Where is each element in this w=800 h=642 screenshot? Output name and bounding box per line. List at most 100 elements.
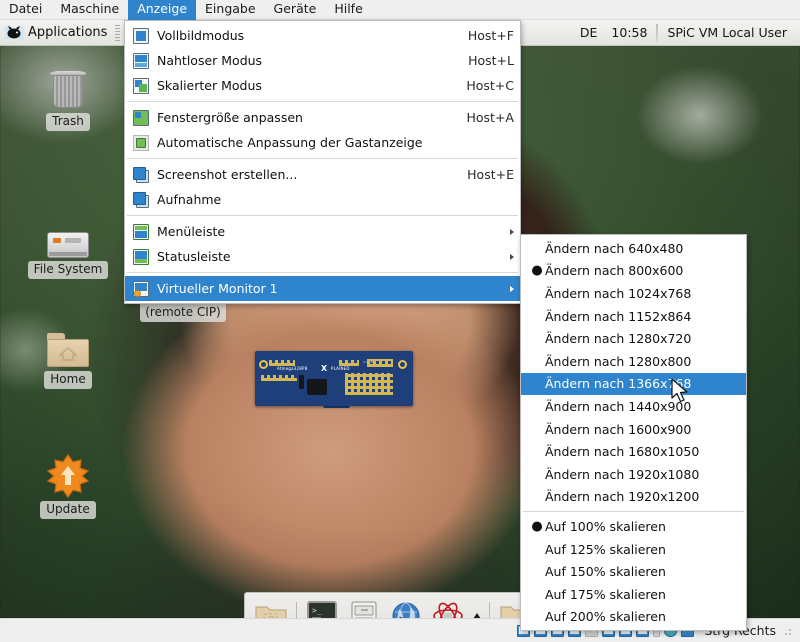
scale-item-175[interactable]: Auf 175% skalieren <box>521 583 746 606</box>
menu-item-label: Menüleiste <box>157 224 500 239</box>
menu-item-label: Virtueller Monitor 1 <box>157 281 500 296</box>
resolution-item-640x480[interactable]: Ändern nach 640x480 <box>521 237 746 260</box>
menu-item-nahtloser-modus[interactable]: Nahtloser Modus Host+L <box>125 48 520 73</box>
seamless-icon <box>133 53 149 69</box>
virtual-monitor-icon <box>133 281 149 297</box>
resolution-label: Ändern nach 1280x720 <box>545 331 691 346</box>
folder-icon: D <box>255 602 287 619</box>
resolution-label: Ändern nach 1920x1200 <box>545 489 699 504</box>
menu-item-menueleiste[interactable]: Menüleiste <box>125 219 520 244</box>
dock-web-browser-launcher[interactable] <box>386 596 426 619</box>
menu-separator <box>127 158 518 159</box>
statusbar-icon <box>133 249 149 265</box>
menubar-icon <box>133 224 149 240</box>
desktop-icon-update[interactable]: Update <box>20 450 116 519</box>
menu-separator <box>127 272 518 273</box>
screenshot-icon <box>133 167 149 183</box>
menu-item-virtueller-monitor-1[interactable]: Virtueller Monitor 1 <box>125 276 520 301</box>
desktop-icon-label: File System <box>28 261 109 279</box>
menu-geraete[interactable]: Geräte <box>265 0 326 20</box>
session-user-label[interactable]: SPiC VM Local User <box>660 25 794 40</box>
resolution-item-1600x900[interactable]: Ändern nach 1600x900 <box>521 418 746 441</box>
cabinet-icon <box>350 601 378 619</box>
scale-label: Auf 100% skalieren <box>545 519 666 534</box>
desktop-icon-label: Home <box>44 371 91 389</box>
dock-show-more-button[interactable] <box>470 596 484 619</box>
mouse-cursor <box>671 378 691 406</box>
virtual-monitor-submenu: Ändern nach 640x480 ● Ändern nach 800x60… <box>520 234 747 631</box>
menu-item-automatische-anpassung[interactable]: Automatische Anpassung der Gastanzeige <box>125 130 520 155</box>
resolution-item-1024x768[interactable]: Ändern nach 1024x768 <box>521 282 746 305</box>
menu-item-aufnahme[interactable]: Aufnahme <box>125 187 520 212</box>
menu-maschine[interactable]: Maschine <box>51 0 128 20</box>
menu-hilfe[interactable]: Hilfe <box>325 0 371 20</box>
menu-separator <box>127 215 518 216</box>
scale-item-125[interactable]: Auf 125% skalieren <box>521 538 746 561</box>
resolution-label: Ändern nach 1366x768 <box>545 376 691 391</box>
menu-item-label: Nahtloser Modus <box>157 53 454 68</box>
clock[interactable]: 10:58 <box>604 25 654 40</box>
submenu-separator <box>523 511 744 512</box>
keyboard-layout-indicator[interactable]: DE <box>573 25 605 40</box>
recording-icon <box>133 192 149 208</box>
menu-item-label: Screenshot erstellen... <box>157 167 453 182</box>
panel-handle[interactable] <box>115 24 120 41</box>
menu-eingabe[interactable]: Eingabe <box>196 0 265 20</box>
applications-menu-button[interactable]: Applications <box>0 20 113 46</box>
dock-atom-editor-launcher[interactable] <box>428 596 468 619</box>
dock-terminal-launcher[interactable]: >_ <box>302 596 342 619</box>
menu-item-label: Vollbildmodus <box>157 28 454 43</box>
desktop-icon-label: Trash <box>46 113 90 131</box>
dock-separator <box>489 602 490 619</box>
scale-item-100[interactable]: ● Auf 100% skalieren <box>521 515 746 538</box>
menu-item-label: Statusleiste <box>157 249 500 264</box>
desktop-icon-trash[interactable]: Trash <box>20 62 116 131</box>
desktop-icon-label: Update <box>40 501 95 519</box>
view-menu-dropdown: Vollbildmodus Host+F Nahtloser Modus Hos… <box>124 20 521 304</box>
globe-icon <box>391 601 421 619</box>
resolution-label: Ändern nach 1440x900 <box>545 399 691 414</box>
terminal-icon: >_ <box>307 601 337 619</box>
resolution-item-1920x1080[interactable]: Ändern nach 1920x1080 <box>521 463 746 486</box>
resize-grip[interactable] <box>784 626 794 636</box>
resolution-label: Ändern nach 1920x1080 <box>545 467 699 482</box>
menu-anzeige[interactable]: Anzeige <box>128 0 196 20</box>
dock-filing-cabinet-launcher[interactable] <box>344 596 384 619</box>
spic-ide-label-line2: (remote CIP) <box>145 305 221 319</box>
menu-item-vollbildmodus[interactable]: Vollbildmodus Host+F <box>125 23 520 48</box>
resolution-item-1366x768[interactable]: Ändern nach 1366x768 <box>521 373 746 396</box>
resolution-item-1920x1200[interactable]: Ändern nach 1920x1200 <box>521 486 746 509</box>
menu-item-skalierter-modus[interactable]: Skalierter Modus Host+C <box>125 73 520 98</box>
desktop-icon-file-system[interactable]: File System <box>20 210 116 279</box>
scale-label: Auf 175% skalieren <box>545 587 666 602</box>
menu-item-accel: Host+L <box>468 53 514 68</box>
resolution-item-800x600[interactable]: ● Ändern nach 800x600 <box>521 260 746 283</box>
resolution-item-1280x720[interactable]: Ändern nach 1280x720 <box>521 327 746 350</box>
resolution-label: Ändern nach 640x480 <box>545 241 683 256</box>
menu-item-accel: Host+C <box>466 78 514 93</box>
menu-item-screenshot-erstellen[interactable]: Screenshot erstellen... Host+E <box>125 162 520 187</box>
vbox-menubar: Datei Maschine Anzeige Eingabe Geräte Hi… <box>0 0 800 20</box>
menu-item-fenstergroesse-anpassen[interactable]: Fenstergröße anpassen Host+A <box>125 105 520 130</box>
dock-file-manager-launcher[interactable]: D <box>251 596 291 619</box>
menu-item-label: Automatische Anpassung der Gastanzeige <box>157 135 500 150</box>
resolution-item-1680x1050[interactable]: Ändern nach 1680x1050 <box>521 440 746 463</box>
update-star-icon <box>20 450 116 498</box>
menu-item-accel: Host+F <box>468 28 514 43</box>
xfce-taskbar: D >_ <box>244 592 556 618</box>
resolution-item-1152x864[interactable]: Ändern nach 1152x864 <box>521 305 746 328</box>
scale-label: Auf 125% skalieren <box>545 542 666 557</box>
chevron-right-icon <box>510 254 514 260</box>
dock-separator <box>296 602 297 619</box>
menu-datei[interactable]: Datei <box>0 0 51 20</box>
resolution-item-1440x900[interactable]: Ändern nach 1440x900 <box>521 395 746 418</box>
applications-label: Applications <box>28 25 107 40</box>
desktop-icon-home[interactable]: Home <box>20 320 116 389</box>
resolution-item-1280x800[interactable]: Ändern nach 1280x800 <box>521 350 746 373</box>
resolution-label: Ändern nach 1024x768 <box>545 286 691 301</box>
radio-indicator: ● <box>529 264 545 277</box>
resolution-label: Ändern nach 800x600 <box>545 263 683 278</box>
scale-item-150[interactable]: Auf 150% skalieren <box>521 560 746 583</box>
menu-item-statusleiste[interactable]: Statusleiste <box>125 244 520 269</box>
scale-item-200[interactable]: Auf 200% skalieren <box>521 606 746 629</box>
